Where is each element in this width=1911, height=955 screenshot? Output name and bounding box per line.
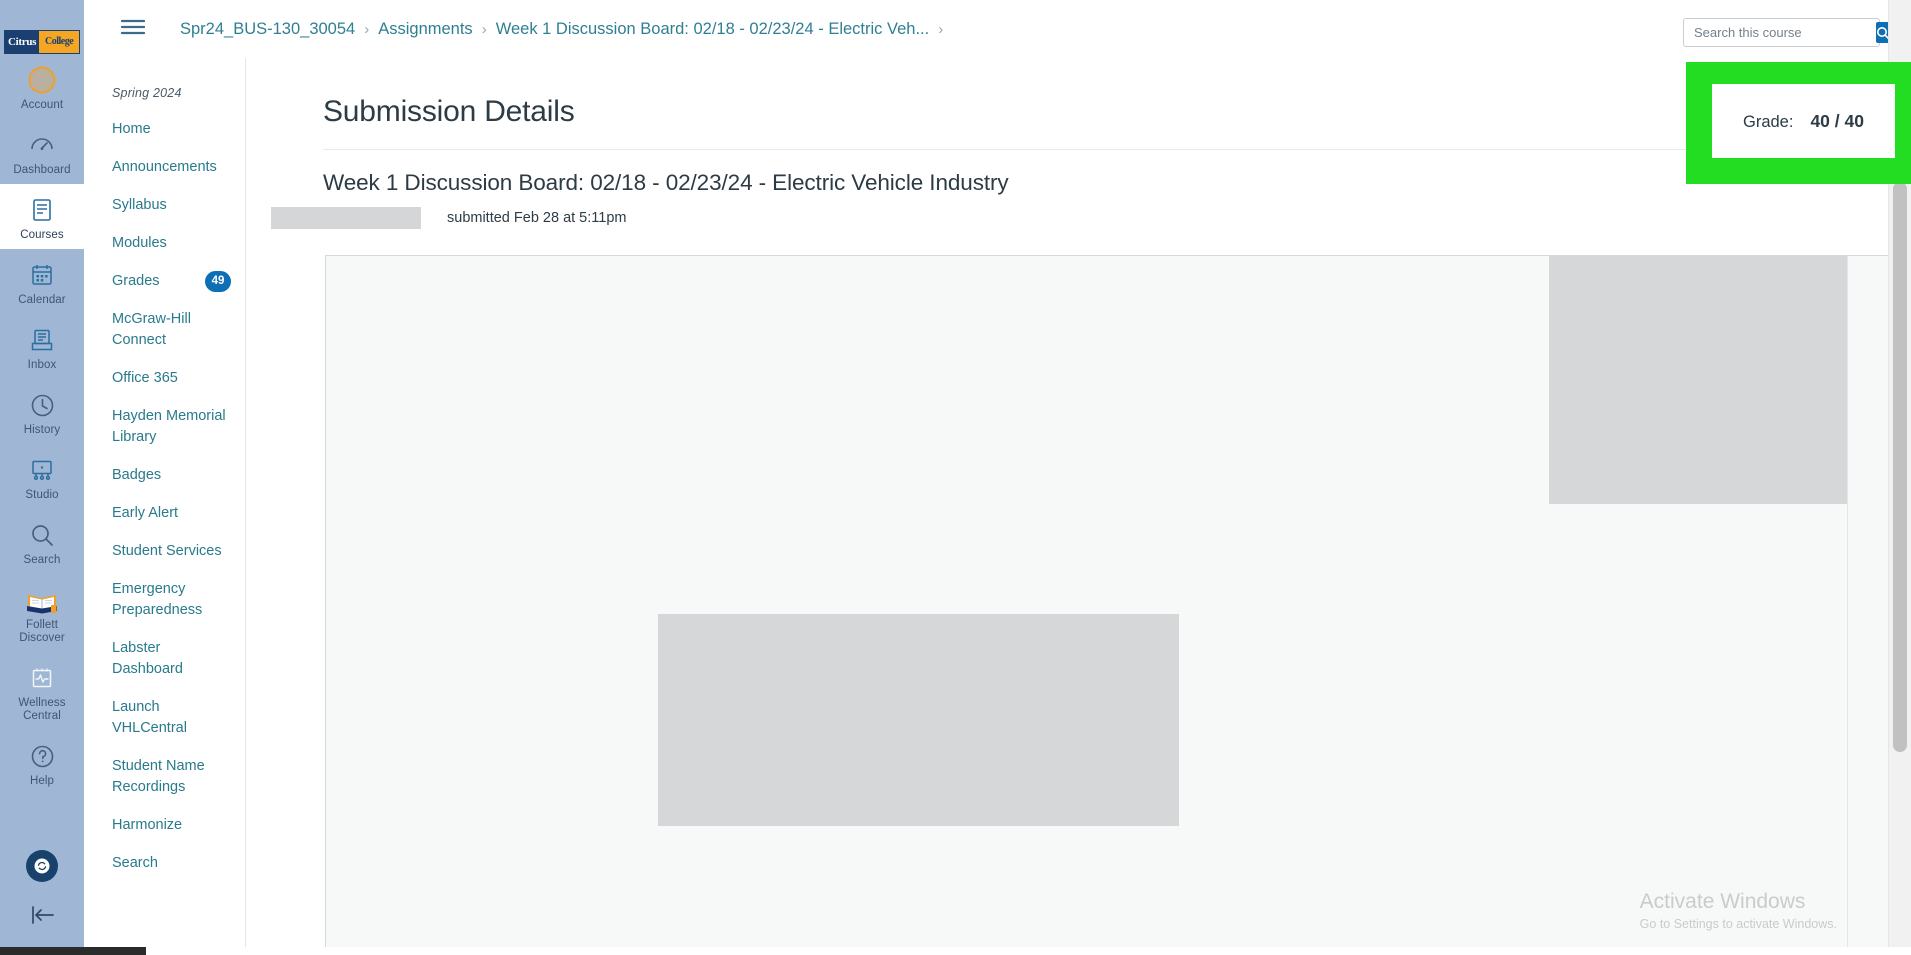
top-bar: Spr24_BUS-130_30054 › Assignments › Week… [84, 0, 1911, 58]
global-nav-footer [26, 850, 58, 955]
citrus-college-logo[interactable]: Citrus College [4, 30, 80, 54]
question-mark-icon [30, 739, 55, 773]
course-nav-item-mcgraw-hill-connect[interactable]: McGraw-Hill Connect [84, 300, 245, 359]
course-nav-item-modules[interactable]: Modules [84, 224, 245, 262]
bottom-strip-gap [146, 947, 1911, 955]
calendar-icon [30, 258, 54, 292]
course-nav-item-student-name-recordings[interactable]: Student Name Recordings [84, 747, 245, 806]
global-nav-item-history[interactable]: History [0, 379, 84, 444]
assignment-title: Week 1 Discussion Board: 02/18 - 02/23/2… [323, 170, 1009, 195]
document-preview-canvas [326, 256, 1888, 955]
course-nav-item-student-services[interactable]: Student Services [84, 532, 245, 570]
page-scrollbar-thumb[interactable] [1893, 182, 1907, 752]
course-nav-item-grades[interactable]: Grades 49 [84, 262, 245, 300]
global-nav-item-inbox[interactable]: Inbox [0, 314, 84, 379]
global-nav-label-dashboard: Dashboard [13, 164, 71, 176]
breadcrumb-item-assignments[interactable]: Assignments [378, 20, 472, 39]
global-nav-label-account: Account [20, 99, 64, 111]
global-nav-label-help: Help [29, 775, 55, 787]
redacted-content-block-top-right [1549, 256, 1847, 504]
breadcrumb-item-course[interactable]: Spr24_BUS-130_30054 [180, 20, 355, 39]
global-nav-label-studio: Studio [25, 489, 59, 501]
submitted-timestamp: submitted Feb 28 at 5:11pm [447, 210, 627, 226]
breadcrumb-separator: › [364, 20, 370, 38]
global-nav-item-wellness-central[interactable]: Wellness Central [0, 652, 84, 730]
global-nav-item-calendar[interactable]: Calendar [0, 249, 84, 314]
open-book-icon [26, 583, 58, 617]
course-nav-item-search[interactable]: Search [84, 844, 245, 882]
breadcrumb-item-assignment[interactable]: Week 1 Discussion Board: 02/18 - 02/23/2… [496, 20, 930, 39]
course-nav-item-syllabus[interactable]: Syllabus [84, 186, 245, 224]
canvas-submission-details-page: Citrus College Account Dashboard Courses… [0, 0, 1911, 955]
global-nav-item-courses[interactable]: Courses [0, 184, 84, 249]
page-title: Submission Details [323, 95, 575, 128]
global-nav-label-wellness-central: Wellness Central [18, 697, 66, 722]
course-nav-item-early-alert[interactable]: Early Alert [84, 494, 245, 532]
global-nav-label-calendar: Calendar [18, 294, 66, 306]
global-navigation: Citrus College Account Dashboard Courses… [0, 0, 84, 955]
course-nav-item-home[interactable]: Home [84, 110, 245, 148]
grade-box: Grade: 40 / 40 [1712, 84, 1895, 158]
global-nav-label-follett-discover: Follett Discover [19, 619, 65, 644]
search-input[interactable] [1684, 25, 1876, 40]
course-search-box[interactable] [1683, 18, 1890, 47]
grade-highlight-annotation: Grade: 40 / 40 [1686, 62, 1911, 184]
global-nav-item-search[interactable]: Search [0, 509, 84, 574]
magnifier-icon [30, 518, 55, 552]
course-term-label: Spring 2024 [112, 86, 182, 100]
grade-line: Grade: 40 / 40 [1743, 111, 1864, 132]
global-nav-item-follett-discover[interactable]: Follett Discover [0, 574, 84, 652]
clock-icon [30, 388, 55, 422]
avatar-icon [28, 63, 56, 97]
courses-icon [30, 193, 54, 227]
logo-text-secondary: College [39, 31, 79, 53]
course-navigation: Spring 2024 Home Announcements Syllabus … [84, 58, 246, 955]
grade-value: 40 / 40 [1810, 110, 1864, 131]
global-nav-item-studio[interactable]: Studio [0, 444, 84, 509]
course-nav-item-launch-vhlcentral[interactable]: Launch VHLCentral [84, 688, 245, 747]
submission-meta-row: submitted Feb 28 at 5:11pm [246, 196, 1888, 229]
hamburger-icon[interactable] [114, 12, 152, 47]
global-nav-item-dashboard[interactable]: Dashboard [0, 119, 84, 184]
global-nav-label-inbox: Inbox [27, 359, 57, 371]
student-name-redacted [271, 207, 421, 229]
course-nav-item-hayden-memorial-library[interactable]: Hayden Memorial Library [84, 397, 245, 456]
main-content: Submission Details Week 1 Discussion Boa… [246, 58, 1888, 955]
course-nav-label-grades: Grades [112, 272, 160, 289]
collapse-arrow-icon[interactable] [27, 904, 57, 941]
studio-icon [30, 453, 54, 487]
breadcrumb-separator: › [938, 20, 944, 38]
dashboard-icon [29, 128, 55, 162]
browser-bottom-strip [0, 947, 1911, 955]
global-nav-item-account[interactable]: Account [0, 54, 84, 119]
breadcrumb: Spr24_BUS-130_30054 › Assignments › Week… [180, 20, 952, 39]
grades-badge: 49 [205, 271, 231, 292]
course-nav-item-harmonize[interactable]: Harmonize [84, 806, 245, 844]
inbox-icon [30, 323, 54, 357]
chat-bubble-icon[interactable] [26, 850, 58, 882]
course-nav-item-emergency-preparedness[interactable]: Emergency Preparedness [84, 570, 245, 629]
logo-text-primary: Citrus [5, 31, 40, 53]
course-nav-item-badges[interactable]: Badges [84, 456, 245, 494]
global-nav-label-history: History [23, 424, 61, 436]
course-nav-item-office-365[interactable]: Office 365 [84, 359, 245, 397]
course-nav-item-announcements[interactable]: Announcements [84, 148, 245, 186]
heartbeat-icon [29, 661, 55, 695]
submission-preview-frame[interactable]: Activate Windows Go to Settings to activ… [325, 255, 1888, 955]
global-nav-label-search: Search [23, 554, 61, 566]
course-nav-item-labster-dashboard[interactable]: Labster Dashboard [84, 629, 245, 688]
preview-right-rail [1847, 256, 1888, 955]
global-nav-label-courses: Courses [20, 229, 64, 241]
grade-label: Grade: [1743, 112, 1794, 131]
redacted-content-block-center [658, 614, 1179, 826]
breadcrumb-separator: › [481, 20, 487, 38]
global-nav-item-help[interactable]: Help [0, 730, 84, 795]
